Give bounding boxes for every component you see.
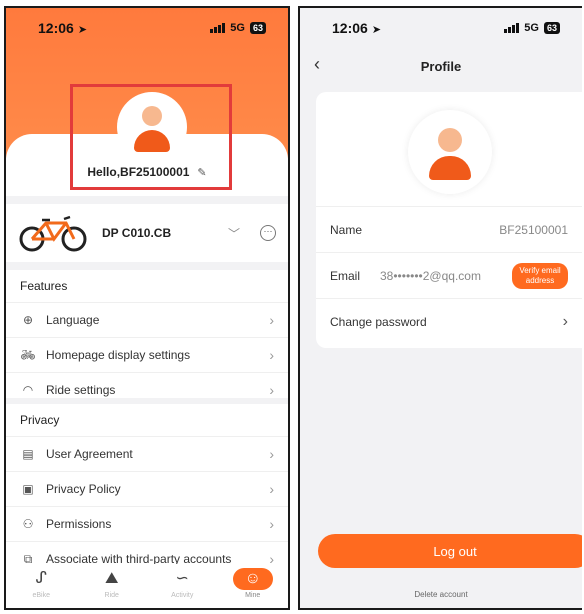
status-bar: 12:06 ➤ 5G 63 bbox=[300, 8, 582, 48]
mine-screen: 12:06 ➤ 5G 63 Hello,BF25100001 ✎ DP C010.C… bbox=[4, 6, 290, 610]
stage: 12:06 ➤ 5G 63 Hello,BF25100001 ✎ DP C010.C… bbox=[0, 0, 584, 614]
document-icon: ▣ bbox=[22, 482, 34, 496]
back-icon[interactable]: ‹ bbox=[314, 54, 320, 75]
network-label: 5G bbox=[230, 22, 245, 34]
privacy-title: Privacy bbox=[20, 413, 60, 427]
logout-button[interactable]: Log out bbox=[318, 534, 582, 568]
tab-label: eBike bbox=[32, 592, 50, 599]
row-email[interactable]: Email 38•••••••2@qq.com Verify email add… bbox=[316, 252, 582, 298]
profile-card: Name BF25100001 Email 38•••••••2@qq.com … bbox=[316, 92, 582, 348]
tab-label: Ride bbox=[104, 592, 119, 599]
row-permissions[interactable]: ⚇ Permissions › bbox=[6, 506, 288, 541]
status-bar: 12:06 ➤ 5G 63 bbox=[6, 8, 288, 48]
network-label: 5G bbox=[524, 22, 539, 34]
features-section: Features ⊕ Language › 🚲︎ Homepage display s… bbox=[6, 270, 288, 398]
chevron-right-icon: › bbox=[269, 382, 274, 398]
row-label: User Agreement bbox=[46, 447, 133, 461]
row-label: Language bbox=[46, 313, 100, 327]
bike-icon: 🚲︎ bbox=[20, 348, 36, 362]
row-user-agreement[interactable]: ▤ User Agreement › bbox=[6, 436, 288, 471]
tab-ebike[interactable]: ᔑ eBike bbox=[11, 568, 71, 599]
tab-mine[interactable]: ☺ Mine bbox=[223, 568, 283, 599]
bike-image-icon bbox=[19, 215, 87, 252]
page-title: Profile bbox=[420, 58, 462, 74]
features-title: Features bbox=[20, 279, 68, 293]
speedometer-icon: ◠ bbox=[22, 383, 34, 397]
name-label: Name bbox=[330, 222, 363, 237]
tab-label: Activity bbox=[171, 592, 194, 599]
row-homepage-display[interactable]: 🚲︎ Homepage display settings › bbox=[6, 337, 288, 372]
change-password-label: Change password bbox=[330, 314, 427, 329]
location-arrow-icon: ➤ bbox=[371, 24, 382, 36]
chevron-down-icon[interactable]: ﹀ bbox=[228, 225, 240, 242]
chevron-right-icon: › bbox=[562, 312, 568, 330]
row-name[interactable]: Name BF25100001 bbox=[316, 206, 582, 252]
map-icon: ⛰ bbox=[105, 570, 119, 587]
tab-activity[interactable]: ∽ Activity bbox=[152, 568, 212, 599]
agreement-icon: ▤ bbox=[22, 447, 34, 461]
chevron-right-icon: › bbox=[269, 481, 274, 497]
row-ride-settings[interactable]: ◠ Ride settings › bbox=[6, 372, 288, 407]
globe-icon: ⊕ bbox=[22, 313, 34, 327]
status-time: 12:06 bbox=[332, 20, 368, 36]
signal-icon bbox=[504, 23, 520, 33]
name-value: BF25100001 bbox=[499, 222, 568, 237]
chevron-right-icon: › bbox=[269, 312, 274, 328]
tab-label: Mine bbox=[245, 592, 261, 599]
location-arrow-icon: ➤ bbox=[77, 24, 88, 36]
row-language[interactable]: ⊕ Language › bbox=[6, 302, 288, 337]
bike-name: DP C010.CB bbox=[102, 226, 172, 240]
more-icon[interactable]: ··· bbox=[260, 225, 276, 241]
email-label: Email bbox=[330, 268, 361, 283]
delete-account-link[interactable]: Delete account bbox=[300, 590, 582, 599]
row-privacy-policy[interactable]: ▣ Privacy Policy › bbox=[6, 471, 288, 506]
email-value: 38•••••••2@qq.com bbox=[380, 268, 481, 283]
signal-icon bbox=[210, 23, 226, 33]
row-change-password[interactable]: Change password › bbox=[316, 298, 582, 344]
chevron-right-icon: › bbox=[269, 347, 274, 363]
chevron-right-icon: › bbox=[269, 516, 274, 532]
chevron-right-icon: › bbox=[269, 446, 274, 462]
nav-bar: ‹ Profile bbox=[300, 48, 582, 84]
highlight-box bbox=[70, 84, 232, 190]
row-label: Privacy Policy bbox=[46, 482, 121, 496]
row-label: Ride settings bbox=[46, 383, 116, 397]
tab-bar: ᔑ eBike ⛰ Ride ∽ Activity ☺ Mine bbox=[6, 564, 288, 608]
bike-icon: ᔑ bbox=[35, 570, 47, 587]
battery-icon: 63 bbox=[543, 22, 560, 34]
profile-screen: 12:06 ➤ 5G 63 ‹ Profile Name BF25100001 E… bbox=[298, 6, 582, 610]
bike-card[interactable]: DP C010.CB ﹀ ··· bbox=[6, 204, 288, 262]
smile-icon: ☺ bbox=[232, 568, 273, 590]
row-label: Homepage display settings bbox=[46, 348, 191, 362]
battery-icon: 63 bbox=[249, 22, 266, 34]
user-icon: ⚇ bbox=[22, 517, 34, 531]
status-time: 12:06 bbox=[38, 20, 74, 36]
verify-email-button[interactable]: Verify email address bbox=[512, 262, 568, 289]
route-icon: ∽ bbox=[175, 570, 189, 587]
avatar[interactable] bbox=[408, 110, 492, 194]
tab-ride[interactable]: ⛰ Ride bbox=[82, 568, 142, 599]
row-label: Permissions bbox=[46, 517, 112, 531]
privacy-section: Privacy ▤ User Agreement › ▣ Privacy Policy… bbox=[6, 404, 288, 568]
